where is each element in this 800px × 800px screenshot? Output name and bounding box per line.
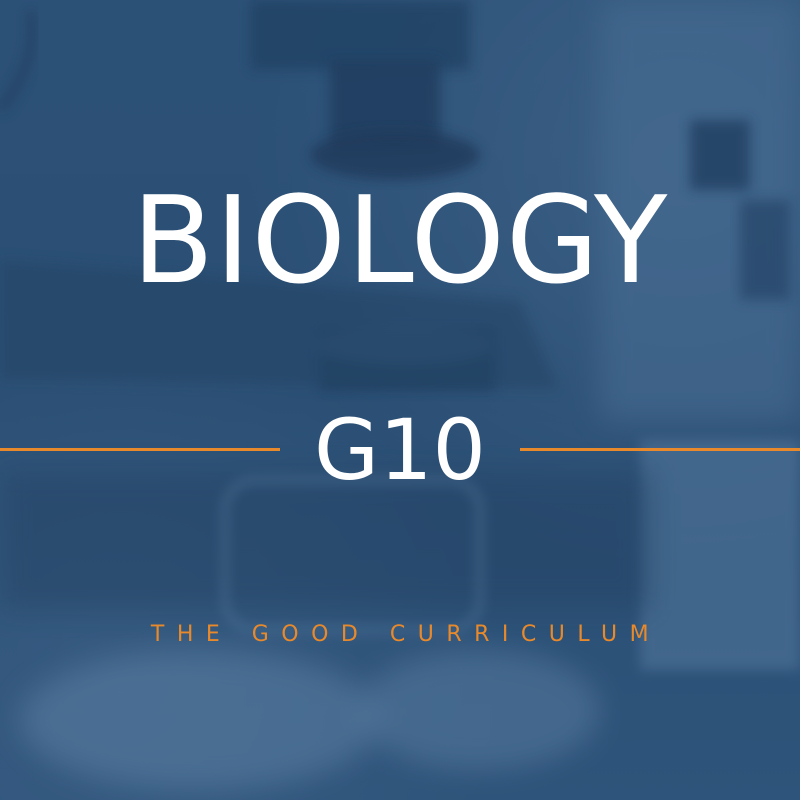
publisher-tagline: THE GOOD CURRICULUM xyxy=(150,622,662,647)
course-cover: BIOLOGY G10 THE GOOD CURRICULUM xyxy=(0,0,800,800)
divider-right xyxy=(520,448,800,451)
grade-label: G10 xyxy=(314,401,486,499)
grade-row: G10 xyxy=(0,400,800,500)
course-title: BIOLOGY xyxy=(131,172,669,311)
divider-left xyxy=(0,448,280,451)
